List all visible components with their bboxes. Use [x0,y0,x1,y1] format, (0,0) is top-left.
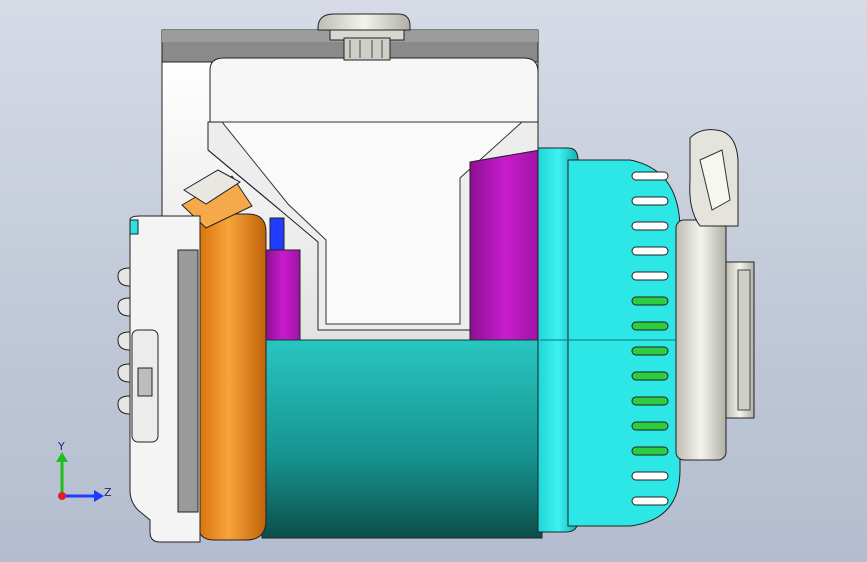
fin-slot [631,471,669,481]
view-orientation-triad: Y Z [46,440,116,510]
alternator-model[interactable] [0,0,867,562]
x-axis-origin [58,492,66,500]
fin-slot [631,196,669,206]
fin-slot [631,246,669,256]
cad-graphics-viewport[interactable]: Y Z [0,0,867,562]
y-axis-label: Y [58,440,65,453]
fin-slot [631,371,669,381]
fin-slot [631,496,669,506]
lower-body[interactable] [261,339,543,539]
fin-slot [631,171,669,181]
triad-axes [56,452,104,502]
rear-housing[interactable] [117,215,201,543]
fin-slot [631,296,669,306]
y-axis-arrowhead [56,452,68,462]
fin-slot [631,271,669,281]
pulley-assembly[interactable] [675,129,755,461]
fin-slot [631,346,669,356]
fin-slot [631,446,669,456]
fin-slot [631,421,669,431]
fin-slot [631,221,669,231]
z-axis-arrowhead [94,490,104,502]
z-axis-label: Z [104,486,112,499]
fin-slot [631,321,669,331]
fin-slot [631,396,669,406]
